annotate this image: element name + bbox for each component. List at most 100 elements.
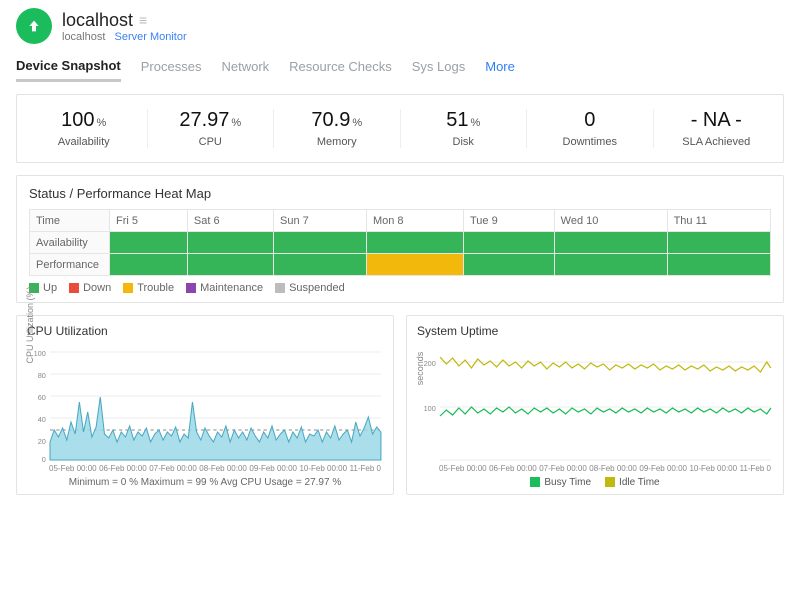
heatmap-day: Tue 9 (463, 210, 554, 232)
heatmap-cell[interactable] (667, 232, 770, 254)
metric-value: - NA - (691, 109, 742, 131)
tab-resource-checks[interactable]: Resource Checks (289, 53, 392, 80)
metric-label: Availability (25, 136, 143, 148)
uptime-chart-ylabel: seconds (415, 352, 425, 386)
page-title: localhost (62, 10, 133, 31)
cpu-chart-footer: Minimum = 0 % Maximum = 99 % Avg CPU Usa… (27, 477, 383, 488)
metric-label: Disk (405, 136, 523, 148)
heatmap-cell[interactable] (463, 254, 554, 276)
xtick: 09-Feb 00:00 (639, 464, 687, 473)
uptime-chart-panel: System Uptime seconds 200 100 05-Feb 00:… (406, 315, 784, 495)
tab-more[interactable]: More (485, 53, 515, 80)
metric-unit: % (352, 117, 362, 129)
title-block: localhost ≡ localhost Server Monitor (62, 10, 187, 43)
heatmap-cell[interactable] (463, 232, 554, 254)
metric-value: 51 (446, 109, 468, 131)
legend-idle: Idle Time (619, 477, 660, 488)
title-menu-icon[interactable]: ≡ (139, 12, 147, 28)
status-up-icon (16, 8, 52, 44)
heatmap-cell[interactable] (187, 232, 273, 254)
metric-value: 0 (584, 109, 595, 131)
swatch-suspended-icon (275, 283, 285, 293)
heatmap-title: Status / Performance Heat Map (29, 186, 771, 201)
svg-text:40: 40 (38, 416, 46, 424)
legend-maintenance: Maintenance (200, 282, 263, 294)
cpu-chart-area: CPU Utilization (%) 100 80 60 40 20 0 (27, 342, 383, 462)
tab-bar: Device Snapshot Processes Network Resour… (0, 46, 800, 82)
cpu-chart-title: CPU Utilization (27, 324, 383, 338)
xtick: 05-Feb 00:00 (49, 464, 97, 473)
metric-sla: - NA - SLA Achieved (654, 109, 780, 148)
legend-trouble: Trouble (137, 282, 174, 294)
heatmap-header-row: Time Fri 5 Sat 6 Sun 7 Mon 8 Tue 9 Wed 1… (30, 210, 771, 232)
heatmap-row-label: Availability (30, 232, 110, 254)
heatmap-row-performance: Performance (30, 254, 771, 276)
heatmap-cell[interactable] (667, 254, 770, 276)
xtick: 07-Feb 00:00 (149, 464, 197, 473)
cpu-chart-svg: 100 80 60 40 20 0 (27, 342, 383, 462)
uptime-legend: Busy Time Idle Time (417, 477, 773, 488)
metric-memory: 70.9% Memory (274, 109, 401, 148)
heatmap-cell[interactable] (366, 254, 463, 276)
heatmap-cell[interactable] (366, 232, 463, 254)
breadcrumb-host: localhost (62, 31, 105, 43)
metric-unit: % (470, 117, 480, 129)
cpu-xticks: 05-Feb 00:00 06-Feb 00:00 07-Feb 00:00 0… (27, 464, 383, 473)
cpu-chart-ylabel: CPU Utilization (%) (25, 286, 35, 363)
uptime-chart-svg: 200 100 (417, 342, 773, 462)
uptime-chart-area: seconds 200 100 (417, 342, 773, 462)
metric-disk: 51% Disk (401, 109, 528, 148)
svg-text:0: 0 (42, 456, 46, 462)
xtick: 11-Feb 0 (740, 464, 771, 473)
tab-sys-logs[interactable]: Sys Logs (412, 53, 465, 80)
metric-downtimes: 0 Downtimes (527, 109, 654, 148)
uptime-busy-line (440, 407, 771, 416)
tab-network[interactable]: Network (221, 53, 269, 80)
xtick: 07-Feb 00:00 (539, 464, 587, 473)
tab-processes[interactable]: Processes (141, 53, 202, 80)
svg-text:20: 20 (38, 438, 46, 446)
breadcrumb-link[interactable]: Server Monitor (114, 31, 186, 43)
uptime-xticks: 05-Feb 00:00 06-Feb 00:00 07-Feb 00:00 0… (417, 464, 773, 473)
metric-value: 100 (61, 109, 94, 131)
heatmap-legend: Up Down Trouble Maintenance Suspended (29, 282, 771, 294)
metric-value: 27.97 (179, 109, 229, 131)
xtick: 09-Feb 00:00 (249, 464, 297, 473)
metric-unit: % (97, 117, 107, 129)
swatch-down-icon (69, 283, 79, 293)
heatmap-cell[interactable] (554, 232, 667, 254)
legend-down: Down (83, 282, 111, 294)
metric-label: CPU (152, 136, 270, 148)
legend-suspended: Suspended (289, 282, 345, 294)
heatmap-cell[interactable] (110, 232, 188, 254)
heatmap-row-availability: Availability (30, 232, 771, 254)
heatmap-cell[interactable] (274, 232, 367, 254)
metric-label: Downtimes (531, 136, 649, 148)
heatmap-panel: Status / Performance Heat Map Time Fri 5… (16, 175, 784, 303)
xtick: 08-Feb 00:00 (199, 464, 247, 473)
metric-unit: % (231, 117, 241, 129)
tab-device-snapshot[interactable]: Device Snapshot (16, 52, 121, 82)
uptime-idle-line (440, 357, 771, 372)
xtick: 08-Feb 00:00 (589, 464, 637, 473)
svg-text:100: 100 (34, 350, 46, 358)
xtick: 05-Feb 00:00 (439, 464, 487, 473)
heatmap-cell[interactable] (274, 254, 367, 276)
heatmap-day: Sun 7 (274, 210, 367, 232)
xtick: 06-Feb 00:00 (99, 464, 147, 473)
uptime-chart-title: System Uptime (417, 324, 773, 338)
legend-busy: Busy Time (544, 477, 591, 488)
metric-availability: 100% Availability (21, 109, 148, 148)
heatmap-cell[interactable] (110, 254, 188, 276)
svg-text:60: 60 (38, 394, 46, 402)
xtick: 10-Feb 00:00 (299, 464, 347, 473)
swatch-maintenance-icon (186, 283, 196, 293)
cpu-chart-panel: CPU Utilization CPU Utilization (%) 100 … (16, 315, 394, 495)
svg-text:200: 200 (424, 360, 436, 368)
heatmap-cell[interactable] (187, 254, 273, 276)
metric-label: SLA Achieved (658, 136, 776, 148)
heatmap-cell[interactable] (554, 254, 667, 276)
heatmap-row-label: Performance (30, 254, 110, 276)
heatmap-day: Mon 8 (366, 210, 463, 232)
heatmap-time-label: Time (30, 210, 110, 232)
